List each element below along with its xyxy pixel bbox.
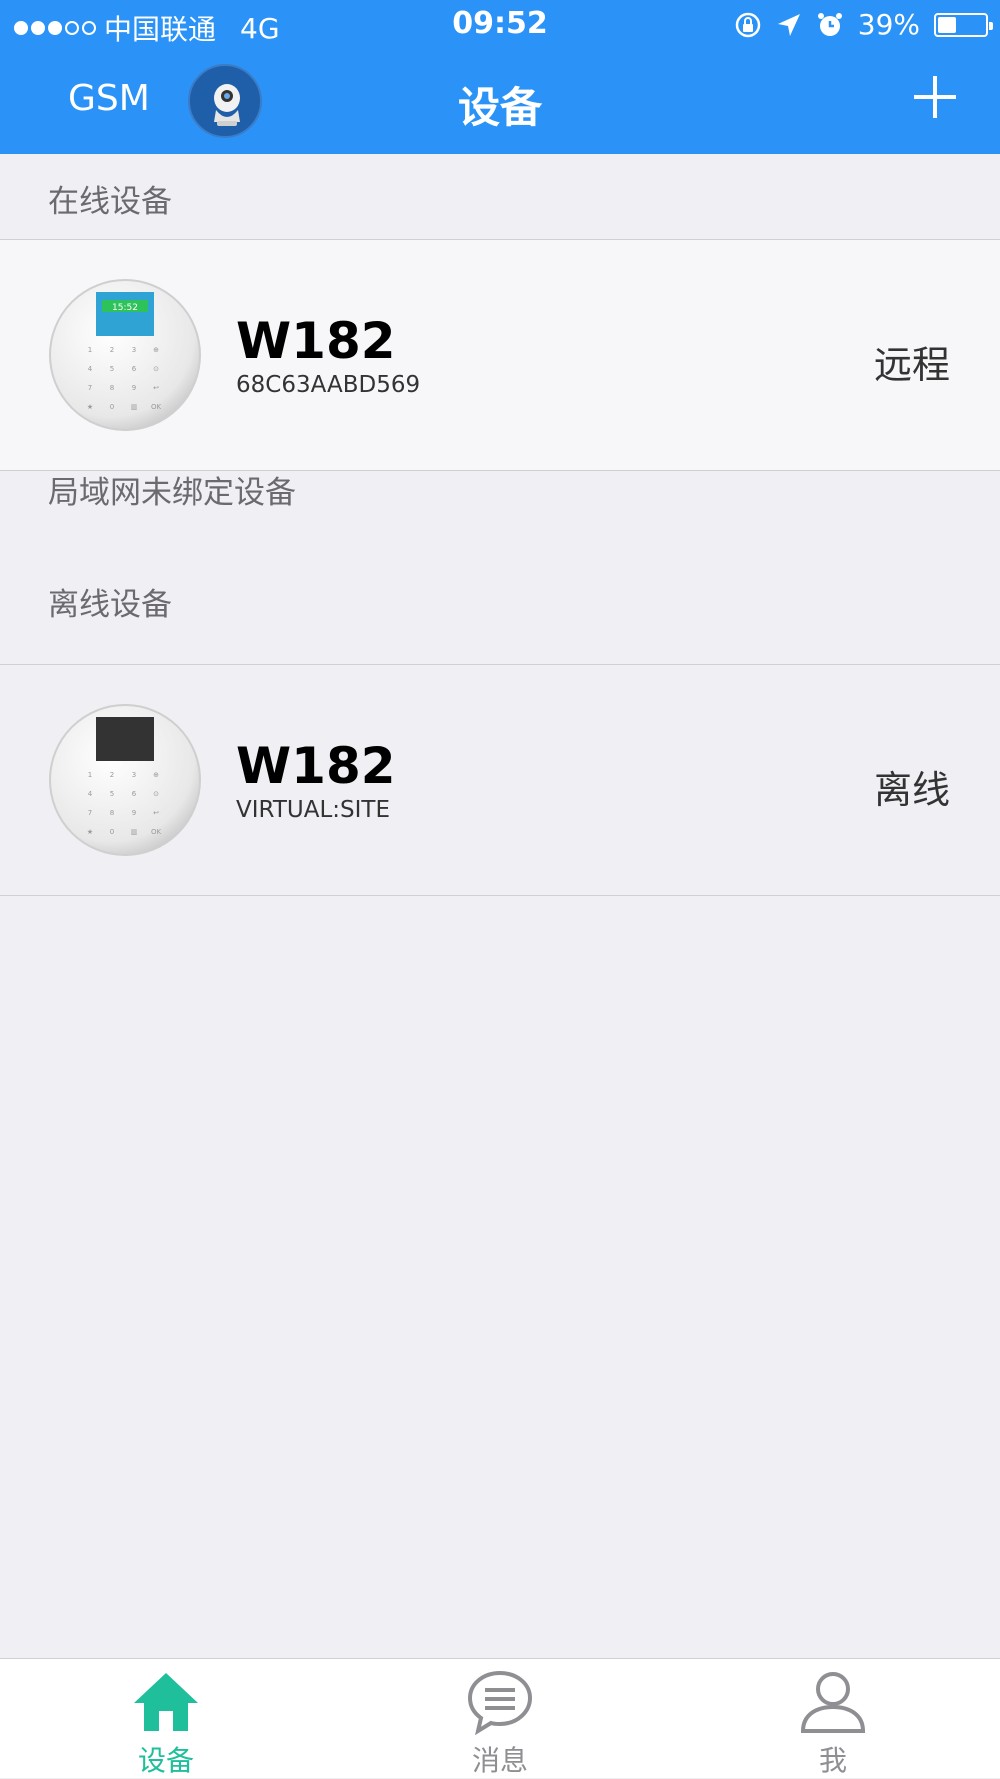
svg-text:↩: ↩ bbox=[153, 809, 159, 817]
svg-text:0: 0 bbox=[110, 403, 114, 411]
svg-text:⊕: ⊕ bbox=[153, 346, 159, 354]
svg-text:★: ★ bbox=[87, 828, 93, 836]
home-icon bbox=[134, 1673, 198, 1731]
svg-text:4: 4 bbox=[88, 365, 93, 373]
svg-text:8: 8 bbox=[110, 809, 114, 817]
alarm-panel-icon: 15:52 1 2 3 ⊕ 4 5 6 ⊙ 7 8 9 ↩ ★ 0 ▥ OK bbox=[49, 279, 201, 431]
tab-label: 我 bbox=[818, 1744, 847, 1777]
battery-fill bbox=[938, 16, 956, 33]
tab-bar: 设备 消息 我 bbox=[0, 1658, 1000, 1778]
battery-percentage: 39% bbox=[857, 8, 920, 41]
svg-text:1: 1 bbox=[88, 346, 92, 354]
svg-text:▥: ▥ bbox=[131, 403, 138, 411]
location-arrow-icon bbox=[777, 13, 800, 36]
status-bar: 中国联通 4G 09:52 39% bbox=[0, 0, 1000, 50]
svg-text:15:52: 15:52 bbox=[112, 303, 138, 313]
svg-text:⊙: ⊙ bbox=[153, 365, 159, 373]
tab-label: 消息 bbox=[471, 1744, 528, 1777]
orientation-lock-icon bbox=[735, 12, 761, 37]
device-name: W182 bbox=[236, 312, 396, 370]
status-right: 39% bbox=[734, 8, 993, 41]
svg-text:5: 5 bbox=[110, 790, 114, 798]
svg-text:0: 0 bbox=[110, 828, 114, 836]
nav-bar: GSM 设备 bbox=[0, 50, 1000, 154]
page-title: 设备 bbox=[457, 83, 542, 132]
svg-text:OK: OK bbox=[151, 403, 162, 411]
tab-devices[interactable]: 设备 bbox=[66, 1669, 266, 1779]
profile-icon bbox=[800, 1672, 866, 1733]
svg-text:★: ★ bbox=[87, 403, 93, 411]
battery-icon bbox=[934, 12, 993, 37]
svg-text:7: 7 bbox=[88, 809, 92, 817]
device-id: VIRTUAL:SITE bbox=[236, 797, 390, 823]
svg-text:3: 3 bbox=[132, 771, 136, 779]
svg-text:9: 9 bbox=[132, 809, 136, 817]
svg-text:7: 7 bbox=[88, 384, 92, 392]
alarm-panel-icon: 1 2 3 ⊕ 4 5 6 ⊙ 7 8 9 ↩ ★ 0 ▥ OK bbox=[49, 704, 201, 856]
device-name: W182 bbox=[236, 737, 396, 795]
section-header-online: 在线设备 bbox=[48, 184, 172, 220]
svg-text:OK: OK bbox=[151, 828, 162, 836]
device-status: 远程 bbox=[873, 343, 950, 387]
svg-text:5: 5 bbox=[110, 365, 114, 373]
tab-me[interactable]: 我 bbox=[733, 1669, 933, 1779]
svg-text:⊕: ⊕ bbox=[153, 771, 159, 779]
svg-text:9: 9 bbox=[132, 384, 136, 392]
svg-text:▥: ▥ bbox=[131, 828, 138, 836]
device-id: 68C63AABD569 bbox=[236, 372, 421, 398]
svg-text:3: 3 bbox=[132, 346, 136, 354]
plus-icon[interactable] bbox=[910, 72, 960, 122]
tab-label: 设备 bbox=[137, 1744, 194, 1777]
svg-text:4: 4 bbox=[88, 790, 93, 798]
svg-text:2: 2 bbox=[110, 771, 114, 779]
svg-text:8: 8 bbox=[110, 384, 114, 392]
alarm-icon bbox=[817, 12, 842, 36]
message-icon bbox=[467, 1670, 533, 1735]
svg-text:2: 2 bbox=[110, 346, 114, 354]
svg-text:↩: ↩ bbox=[153, 384, 159, 392]
svg-text:⊙: ⊙ bbox=[153, 790, 159, 798]
section-header-offline: 离线设备 bbox=[48, 587, 172, 623]
device-row-offline[interactable]: 1 2 3 ⊕ 4 5 6 ⊙ 7 8 9 ↩ ★ 0 ▥ OK W182 VIRTUAL:SITE 离… bbox=[0, 664, 1000, 896]
svg-text:1: 1 bbox=[88, 771, 92, 779]
device-status: 离线 bbox=[873, 768, 950, 812]
svg-text:6: 6 bbox=[132, 365, 137, 373]
svg-text:6: 6 bbox=[132, 790, 137, 798]
tab-messages[interactable]: 消息 bbox=[400, 1669, 600, 1779]
